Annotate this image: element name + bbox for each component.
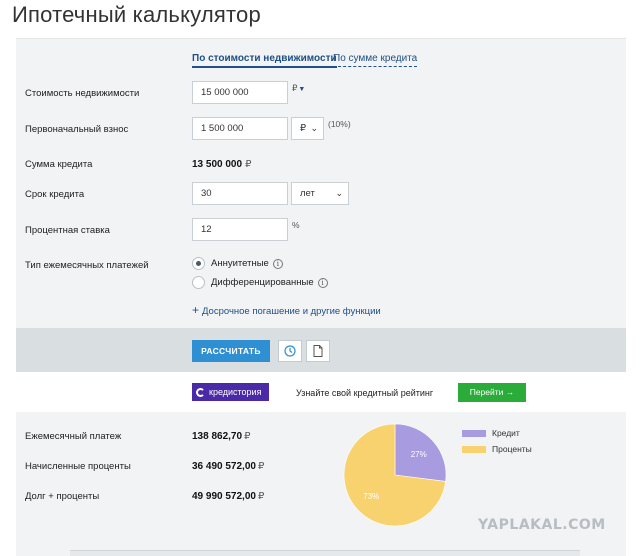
annuity-option[interactable]: Аннуитетные i	[192, 257, 283, 270]
term-label: Срок кредита	[25, 189, 85, 200]
results-panel: Ежемесячный платеж 138 862,70 ₽ Начисленн…	[16, 412, 626, 556]
info-icon[interactable]: i	[317, 277, 328, 288]
differentiated-option[interactable]: Дифференцированные i	[192, 276, 328, 289]
loan-amount-label: Сумма кредита	[25, 159, 93, 170]
annuity-radio[interactable]	[192, 257, 205, 270]
history-button[interactable]	[278, 340, 302, 362]
logo-ring-icon	[196, 387, 205, 397]
total-amount: 49 990 572,00	[192, 491, 256, 502]
promo-banner: кредистория Узнайте свой кредитный рейти…	[16, 372, 626, 412]
tab-by-price[interactable]: По стоимости недвижимости	[192, 53, 337, 68]
total-label: Долг + проценты	[25, 491, 100, 502]
down-payment-unit-select[interactable]: ₽ ⌄	[291, 117, 324, 140]
payment-pie-chart: 27% 73%	[343, 423, 447, 527]
document-button[interactable]	[306, 340, 330, 362]
go-button[interactable]: Перейти →	[458, 383, 526, 402]
rate-input[interactable]: 12	[192, 218, 288, 241]
loan-amount-value: 13 500 000 ₽	[192, 159, 251, 170]
pie-legend: Кредит Проценты	[462, 428, 532, 460]
rate-unit: %	[292, 220, 300, 230]
more-options-link[interactable]: + Досрочное погашение и другие функции	[192, 303, 381, 317]
pie-slice-label-1: 27%	[411, 450, 427, 459]
down-payment-label: Первоначальный взнос	[25, 124, 129, 135]
total-value: 49 990 572,00 ₽	[192, 491, 264, 502]
watermark: YAPLAKAL.COM	[478, 517, 606, 533]
tab-by-loan[interactable]: По сумме кредита	[333, 53, 418, 67]
calculate-button[interactable]: РАССЧИТАТЬ	[192, 340, 270, 362]
promo-text: Узнайте свой кредитный рейтинг	[296, 388, 434, 398]
term-unit: лет	[300, 188, 315, 199]
legend-item-1: Кредит	[462, 428, 532, 438]
chevron-down-icon: ▼	[298, 86, 306, 93]
down-payment-input[interactable]: 1 500 000	[192, 117, 288, 140]
differentiated-radio[interactable]	[192, 276, 205, 289]
price-currency-dropdown[interactable]: ₽▼	[292, 83, 305, 94]
accrued-interest-value: 36 490 572,00 ₽	[192, 461, 264, 472]
legend-label: Проценты	[492, 444, 532, 454]
legend-swatch	[462, 429, 486, 437]
accrued-interest-label: Начисленные проценты	[25, 461, 131, 472]
loan-amount: 13 500 000	[192, 159, 243, 170]
plus-icon: +	[192, 303, 200, 317]
action-bar: РАССЧИТАТЬ	[16, 328, 626, 372]
currency-sign: ₽	[257, 461, 265, 472]
monthly-payment-value: 138 862,70 ₽	[192, 431, 250, 442]
page-title: Ипотечный калькулятор	[12, 2, 261, 27]
accrued-interest: 36 490 572,00	[192, 461, 256, 472]
calculator-panel: По стоимости недвижимости По сумме креди…	[16, 38, 626, 328]
price-input[interactable]: 15 000 000	[192, 81, 288, 104]
price-label: Стоимость недвижимости	[25, 88, 140, 99]
term-unit-select[interactable]: лет ⌄	[291, 182, 349, 205]
rate-label: Процентная ставка	[25, 225, 110, 236]
chevron-down-icon: ⌄	[310, 123, 318, 133]
bottom-strip	[70, 550, 580, 556]
document-icon	[313, 345, 323, 357]
pie-slice-label-2: 73%	[363, 492, 379, 501]
payment-type-label: Тип ежемесячных платежей	[25, 260, 149, 271]
down-payment-unit: ₽	[300, 123, 307, 134]
down-payment-percent: (10%)	[328, 119, 351, 129]
legend-swatch	[462, 445, 486, 453]
currency-sign: ₽	[257, 491, 265, 502]
chevron-down-icon: ⌄	[335, 188, 343, 198]
legend-label: Кредит	[492, 428, 520, 438]
loan-currency: ₽	[245, 159, 252, 170]
monthly-payment: 138 862,70	[192, 431, 243, 442]
annuity-label: Аннуитетные	[211, 258, 269, 269]
legend-item-2: Проценты	[462, 444, 532, 454]
info-icon[interactable]: i	[272, 258, 283, 269]
price-currency: ₽	[292, 83, 298, 93]
kredistoria-logo[interactable]: кредистория	[192, 383, 269, 401]
currency-sign: ₽	[244, 431, 251, 442]
clock-icon	[284, 345, 296, 357]
differentiated-label: Дифференцированные	[211, 277, 314, 288]
promo-logo-text: кредистория	[209, 387, 262, 397]
monthly-payment-label: Ежемесячный платеж	[25, 431, 122, 442]
term-input[interactable]: 30	[192, 182, 288, 205]
more-options-label: Досрочное погашение и другие функции	[202, 306, 381, 317]
